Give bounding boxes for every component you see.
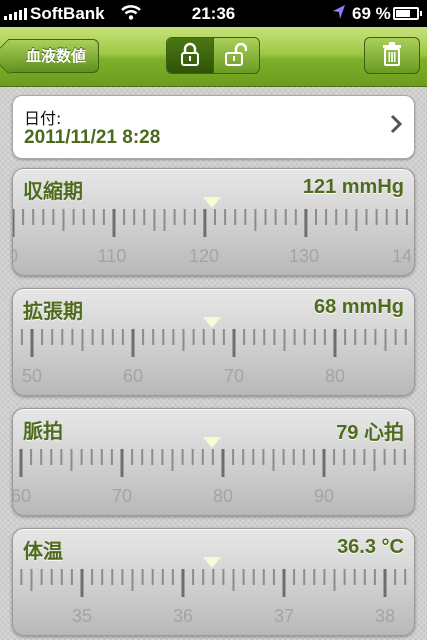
- ruler-value: 121 mmHg: [302, 176, 404, 198]
- ruler-pulse[interactable]: 脈拍 79 心拍 60 70 80 90: [12, 408, 415, 516]
- ruler-value: 68 mmHg: [313, 296, 404, 318]
- navigation-bar: 血液数値: [0, 27, 427, 87]
- ruler-scale[interactable]: 35 36 37 38: [13, 565, 415, 635]
- ruler-name: 体温: [23, 539, 63, 563]
- ruler-tick-label: 50: [22, 366, 42, 386]
- ruler-diastolic[interactable]: 拡張期 68 mmHg 50 60 70 80: [12, 288, 415, 396]
- ruler-systolic[interactable]: 収縮期 121 mmHg 0 110 120 130 14: [12, 168, 415, 276]
- date-label: 日付:: [24, 109, 62, 128]
- ruler-tick-label: 36: [173, 606, 193, 626]
- ruler-tick-label: 80: [325, 366, 345, 386]
- trash-button[interactable]: [364, 37, 420, 74]
- trash-icon: [382, 41, 402, 70]
- status-bar: SoftBank 21:36 69 %: [0, 0, 427, 27]
- location-arrow-icon: [332, 4, 346, 25]
- ruler-tick-label: 70: [224, 366, 244, 386]
- ruler-tick-label: 37: [274, 606, 294, 626]
- chevron-right-icon: [390, 114, 403, 140]
- lock-closed-icon: [180, 42, 200, 70]
- back-button-label: 血液数値: [26, 47, 87, 65]
- ruler-scale[interactable]: 50 60 70 80: [13, 325, 415, 395]
- ruler-tick-label: 120: [189, 246, 219, 266]
- ruler-name: 収縮期: [23, 179, 83, 203]
- ruler-tick-label: 38: [375, 606, 395, 626]
- ruler-tick-label: 60: [13, 486, 31, 506]
- ruler-tick-label: 80: [213, 486, 233, 506]
- back-button[interactable]: 血液数値: [8, 39, 100, 73]
- ruler-name: 脈拍: [23, 419, 63, 443]
- ruler-tick-label: 90: [314, 486, 334, 506]
- unlock-button[interactable]: [212, 38, 259, 73]
- ruler-name: 拡張期: [23, 299, 83, 323]
- ruler-tick-label: 110: [98, 246, 127, 266]
- ruler-tick-label: 130: [289, 246, 319, 266]
- ruler-scale[interactable]: 60 70 80 90: [13, 445, 415, 515]
- date-value: 2011/11/21 8:28: [24, 127, 161, 148]
- ruler-value: 36.3 °C: [337, 536, 404, 558]
- date-row[interactable]: 日付: 2011/11/21 8:28: [12, 95, 415, 159]
- ruler-tick-label: 35: [72, 606, 92, 626]
- ruler-scale[interactable]: 0 110 120 130 14: [13, 205, 415, 275]
- ruler-tick-label: 60: [123, 366, 143, 386]
- ruler-tick-label: 0: [13, 246, 18, 266]
- lock-button[interactable]: [167, 38, 213, 73]
- lock-open-icon: [225, 42, 248, 70]
- ruler-temperature[interactable]: 体温 36.3 °C 35 36 37 38: [12, 528, 415, 636]
- ruler-value: 79 心拍: [336, 422, 404, 444]
- lock-segmented-control: [166, 37, 260, 74]
- ruler-tick-label: 70: [112, 486, 132, 506]
- battery-percent: 69 %: [352, 4, 391, 23]
- ruler-tick-label: 14: [392, 246, 412, 266]
- battery-icon: [393, 7, 422, 20]
